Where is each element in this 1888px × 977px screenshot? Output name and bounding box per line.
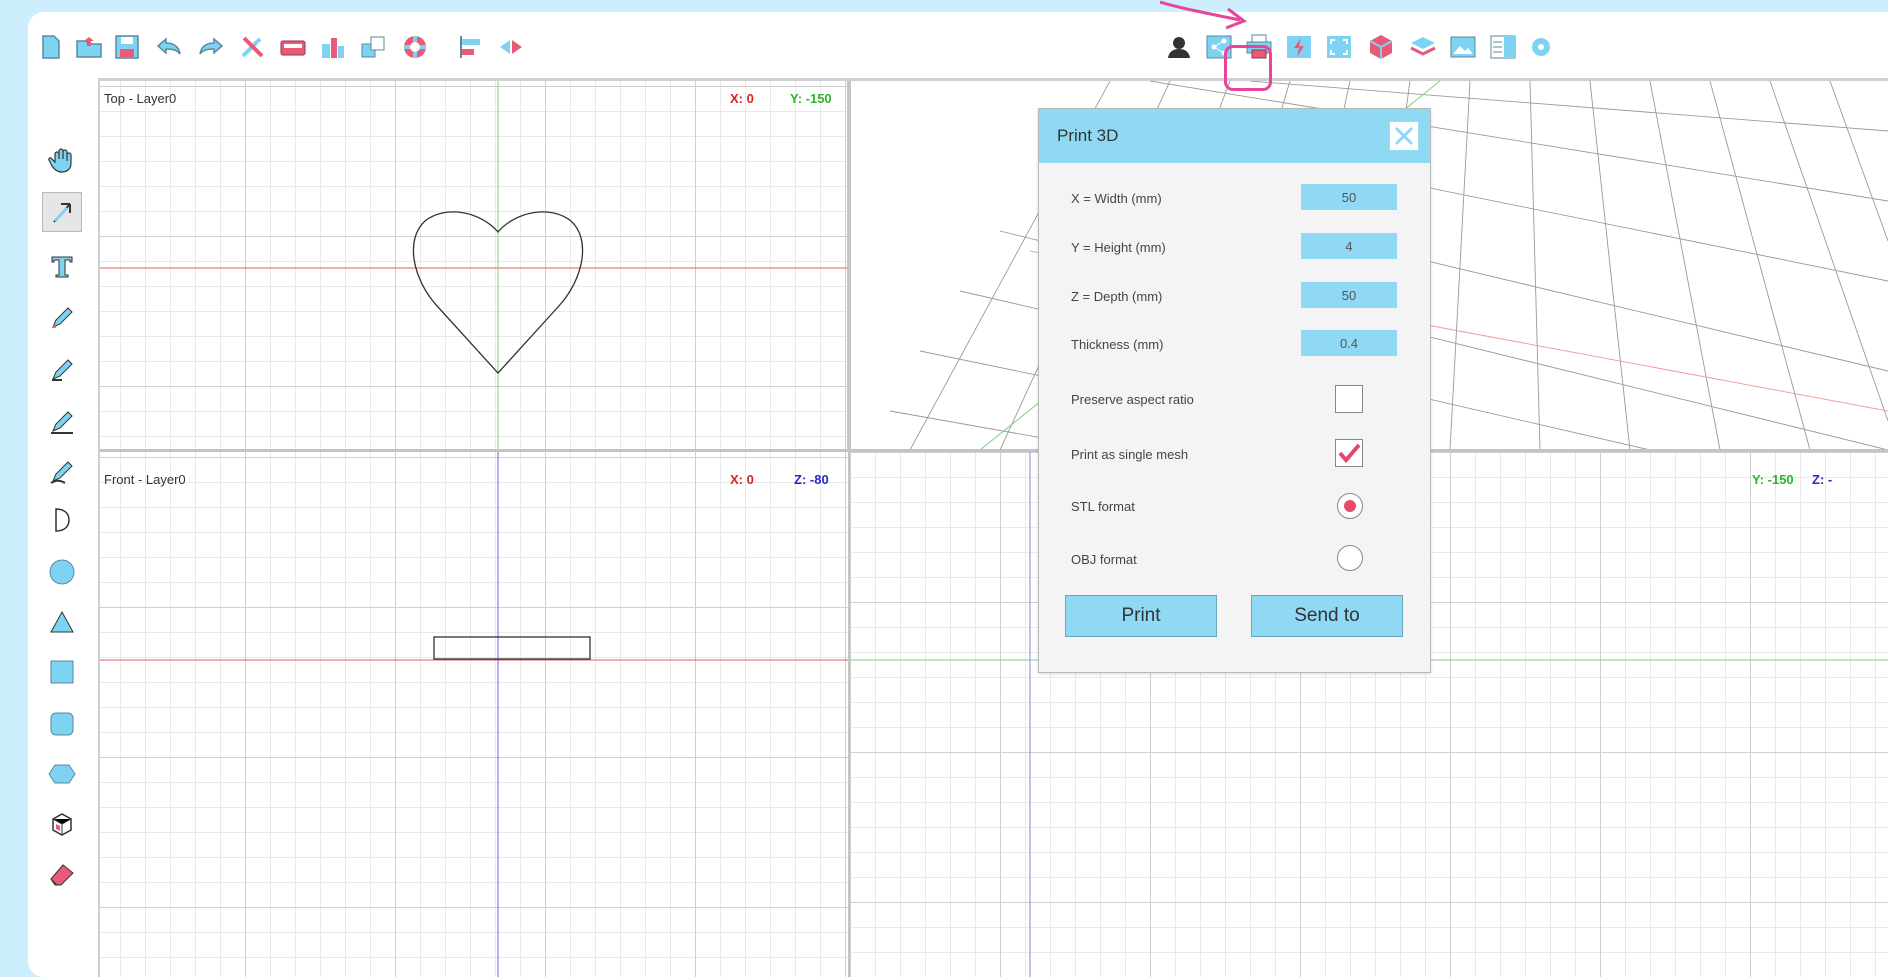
tools-icon[interactable] — [236, 30, 270, 64]
hexagon-tool-icon[interactable] — [42, 754, 82, 794]
height-label: Y = Height (mm) — [1071, 240, 1166, 255]
select-tool-icon[interactable] — [42, 192, 82, 232]
pointer-arrow-icon — [1160, 0, 1248, 30]
print-button[interactable]: Print — [1065, 595, 1217, 637]
dialog-title: Print 3D — [1057, 126, 1119, 145]
obj-format-radio[interactable] — [1337, 545, 1363, 571]
send-to-button[interactable]: Send to — [1251, 595, 1403, 637]
open-folder-icon[interactable] — [72, 30, 106, 64]
half-circle-tool-icon[interactable] — [42, 500, 82, 540]
single-mesh-label: Print as single mesh — [1071, 447, 1189, 462]
pencil-tool-icon[interactable] — [42, 298, 82, 338]
print-3d-dialog: Print 3D X = Width (mm) 50 Y = Height (m… — [1038, 108, 1431, 673]
text-tool-icon[interactable] — [42, 246, 82, 286]
picture-icon[interactable] — [1446, 30, 1480, 64]
align-icon[interactable] — [454, 30, 488, 64]
dialog-title-bar[interactable]: Print 3D — [1039, 109, 1430, 163]
preserve-aspect-checkbox[interactable] — [1335, 385, 1363, 413]
app-window: Top - Layer0 X: 0 Y: -150 Front - Layer0… — [28, 12, 1888, 977]
obj-format-label: OBJ format — [1071, 552, 1137, 567]
new-file-icon[interactable] — [34, 30, 68, 64]
settings-icon[interactable] — [1524, 30, 1558, 64]
top-viewport[interactable]: Top - Layer0 X: 0 Y: -150 — [100, 81, 848, 450]
eraser-tool-icon[interactable] — [42, 854, 82, 894]
circle-tool-icon[interactable] — [42, 552, 82, 592]
stl-format-label: STL format — [1071, 499, 1135, 514]
hand-tool-icon[interactable] — [42, 140, 82, 180]
square-tool-icon[interactable] — [42, 652, 82, 692]
cube-icon[interactable] — [1364, 30, 1398, 64]
image-icon[interactable] — [316, 30, 350, 64]
depth-input[interactable]: 50 — [1301, 282, 1397, 308]
thickness-label: Thickness (mm) — [1071, 337, 1164, 352]
thickness-input[interactable]: 0.4 — [1301, 330, 1397, 356]
undo-icon[interactable] — [152, 30, 186, 64]
preserve-aspect-label: Preserve aspect ratio — [1071, 392, 1194, 407]
checkmark-icon — [1338, 443, 1361, 464]
width-input[interactable]: 50 — [1301, 184, 1397, 210]
close-icon[interactable] — [1389, 121, 1419, 151]
side-toolbar — [28, 92, 98, 977]
stl-format-radio[interactable] — [1337, 493, 1363, 519]
layers-icon[interactable] — [1406, 30, 1440, 64]
heart-shape-front[interactable] — [433, 636, 591, 660]
rounded-square-tool-icon[interactable] — [42, 704, 82, 744]
top-view-canvas — [100, 81, 848, 450]
main-toolbar — [28, 12, 1888, 82]
lifebuoy-icon[interactable] — [398, 30, 432, 64]
lightning-icon[interactable] — [1282, 30, 1316, 64]
keyboard-icon[interactable] — [276, 30, 310, 64]
print-3d-highlight-box — [1224, 45, 1272, 91]
depth-label: Z = Depth (mm) — [1071, 289, 1163, 304]
mirror-icon[interactable] — [494, 30, 528, 64]
front-viewport[interactable]: Front - Layer0 X: 0 Z: -80 — [100, 452, 848, 977]
curve-tool-icon[interactable] — [42, 452, 82, 492]
fullscreen-icon[interactable] — [1322, 30, 1356, 64]
height-input[interactable]: 4 — [1301, 233, 1397, 259]
line-tool-icon[interactable] — [42, 402, 82, 442]
redo-icon[interactable] — [194, 30, 228, 64]
group-icon[interactable] — [356, 30, 390, 64]
pen-tool-icon[interactable] — [42, 350, 82, 390]
box-tool-icon[interactable] — [42, 804, 82, 844]
width-label: X = Width (mm) — [1071, 191, 1162, 206]
single-mesh-checkbox[interactable] — [1335, 439, 1363, 467]
triangle-tool-icon[interactable] — [42, 602, 82, 642]
panel-icon[interactable] — [1486, 30, 1520, 64]
front-view-canvas — [100, 452, 848, 977]
save-icon[interactable] — [110, 30, 144, 64]
